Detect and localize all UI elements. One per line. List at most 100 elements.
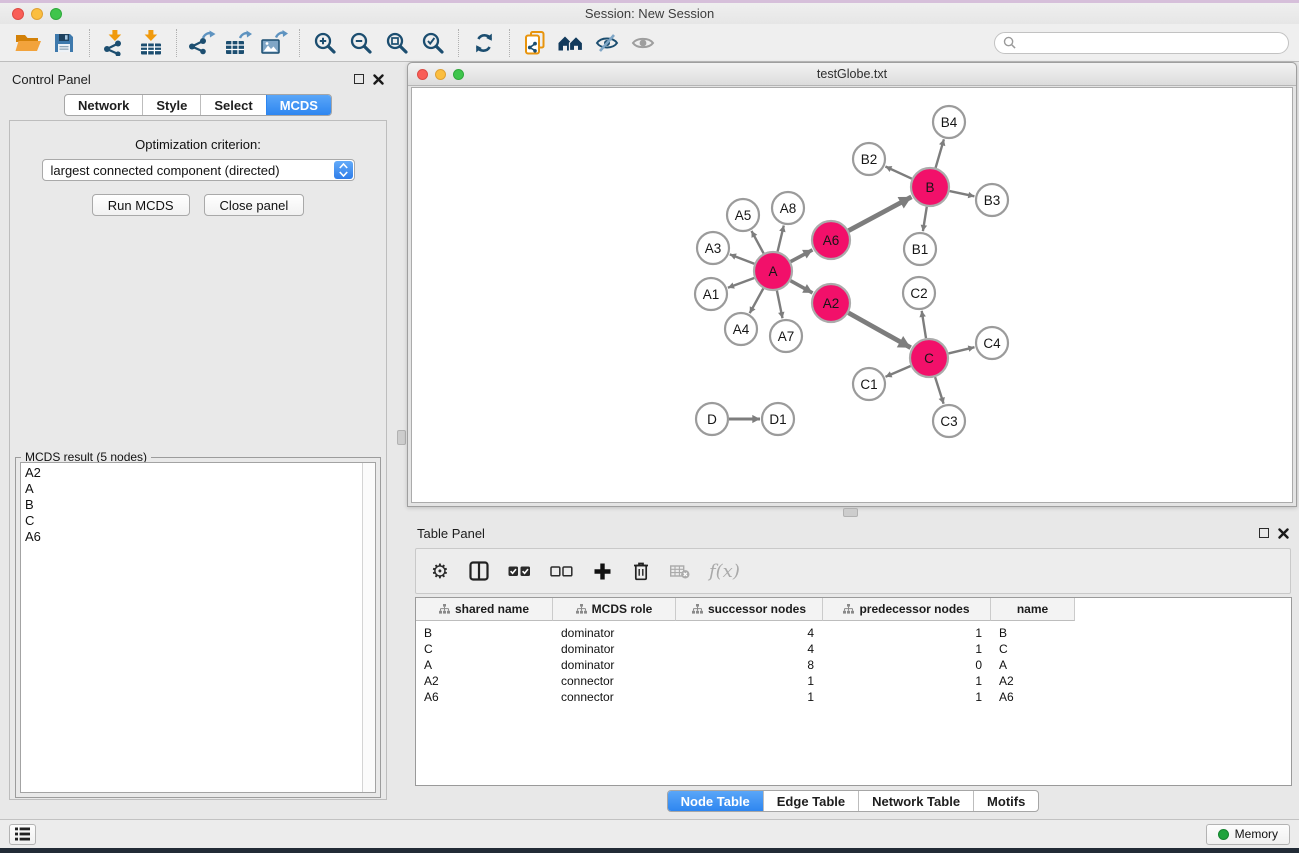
graph-node-C4[interactable]: C4 [976, 327, 1008, 359]
mcds-result-item[interactable]: A2 [25, 465, 362, 481]
close-panel-icon[interactable] [373, 74, 384, 85]
tab-network[interactable]: Network [65, 95, 142, 115]
table-settings-button[interactable]: ⚙ [430, 558, 450, 584]
table-cell[interactable]: 8 [676, 658, 823, 674]
network-window-titlebar[interactable]: testGlobe.txt [408, 63, 1296, 86]
maximize-window-button[interactable] [50, 8, 62, 20]
network-graph[interactable]: B4B2BB3A5A8A6A3AB1A1C2A2A4A7C4CC1C3DD1 [412, 88, 1296, 506]
close-panel-icon[interactable] [1278, 528, 1289, 539]
table-cell[interactable]: A [991, 658, 1075, 674]
duplicate-network-button[interactable] [517, 27, 553, 59]
hide-graphics-details-button[interactable] [589, 27, 625, 59]
memory-button[interactable]: Memory [1206, 824, 1290, 845]
table-cell[interactable]: connector [553, 690, 676, 706]
tab-mcds[interactable]: MCDS [266, 95, 331, 115]
graph-node-A4[interactable]: A4 [725, 313, 757, 345]
table-cell[interactable]: 1 [676, 674, 823, 690]
graph-node-C3[interactable]: C3 [933, 405, 965, 437]
table-cell[interactable]: 4 [676, 642, 823, 658]
table-cell[interactable]: B [991, 626, 1075, 642]
graph-node-C2[interactable]: C2 [903, 277, 935, 309]
table-cell[interactable]: A6 [991, 690, 1075, 706]
create-column-button[interactable] [592, 558, 612, 584]
table-tab-node-table[interactable]: Node Table [668, 791, 763, 811]
save-session-button[interactable] [46, 27, 82, 59]
maximize-network-button[interactable] [453, 69, 464, 80]
mcds-result-item[interactable]: A [25, 481, 362, 497]
minimize-network-button[interactable] [435, 69, 446, 80]
graph-edge-B-B4[interactable] [936, 139, 944, 168]
table-cell[interactable]: dominator [553, 642, 676, 658]
graph-node-A7[interactable]: A7 [770, 320, 802, 352]
table-cell[interactable]: A [416, 658, 553, 674]
table-row[interactable]: A2connector11A2 [416, 674, 1291, 690]
column-header-successor-nodes[interactable]: successor nodes [676, 598, 823, 621]
home-button[interactable] [553, 27, 589, 59]
graph-edge-A2-C[interactable] [848, 313, 910, 348]
refresh-button[interactable] [466, 27, 502, 59]
table-cell[interactable]: C [991, 642, 1075, 658]
column-header-name[interactable]: name [991, 598, 1075, 621]
search-field[interactable] [994, 32, 1289, 54]
horizontal-splitter-handle[interactable] [843, 508, 858, 517]
graph-edge-A-A8[interactable] [778, 226, 784, 252]
graph-edge-C-C1[interactable] [886, 366, 911, 377]
tab-style[interactable]: Style [142, 95, 200, 115]
vertical-splitter-handle[interactable] [397, 430, 406, 445]
graph-node-B2[interactable]: B2 [853, 143, 885, 175]
graph-node-A1[interactable]: A1 [695, 278, 727, 310]
table-tab-motifs[interactable]: Motifs [973, 791, 1038, 811]
graph-node-A[interactable]: A [754, 252, 792, 290]
graph-node-A5[interactable]: A5 [727, 199, 759, 231]
table-cell[interactable]: dominator [553, 626, 676, 642]
table-cell[interactable]: 1 [823, 642, 991, 658]
float-panel-icon[interactable] [354, 74, 364, 84]
graph-node-A8[interactable]: A8 [772, 192, 804, 224]
graph-edge-B-B2[interactable] [885, 167, 911, 179]
graph-edge-C-C4[interactable] [949, 347, 975, 353]
open-session-button[interactable] [10, 27, 46, 59]
table-cell[interactable]: 0 [823, 658, 991, 674]
tab-select[interactable]: Select [200, 95, 265, 115]
graph-edge-A-A1[interactable] [728, 278, 754, 288]
graph-edge-A-A6[interactable] [791, 250, 813, 262]
table-cell[interactable]: connector [553, 674, 676, 690]
run-mcds-button[interactable]: Run MCDS [92, 194, 190, 216]
table-cell[interactable]: A2 [416, 674, 553, 690]
deselect-all-columns-button[interactable] [550, 558, 573, 584]
table-cell[interactable]: dominator [553, 658, 676, 674]
zoom-fit-button[interactable] [379, 27, 415, 59]
graph-edge-B-B1[interactable] [923, 207, 927, 232]
graph-edge-A-A3[interactable] [730, 254, 755, 263]
mcds-result-item[interactable]: A6 [25, 529, 362, 545]
mcds-result-list[interactable]: A2ABCA6 [21, 463, 362, 792]
table-cell[interactable]: B [416, 626, 553, 642]
delete-column-button[interactable] [631, 558, 651, 584]
graph-edge-C-C2[interactable] [922, 311, 926, 338]
graph-edge-A6-B[interactable] [849, 197, 912, 231]
table-tab-network-table[interactable]: Network Table [858, 791, 973, 811]
table-tab-edge-table[interactable]: Edge Table [763, 791, 858, 811]
zoom-selected-button[interactable] [415, 27, 451, 59]
optimization-criterion-select[interactable]: largest connected component (directed) [42, 159, 355, 181]
float-panel-icon[interactable] [1259, 528, 1269, 538]
table-row[interactable]: Cdominator41C [416, 642, 1291, 658]
export-table-button[interactable] [220, 27, 256, 59]
select-all-columns-button[interactable] [508, 558, 531, 584]
table-cell[interactable]: C [416, 642, 553, 658]
graph-node-A6[interactable]: A6 [812, 221, 850, 259]
mcds-result-item[interactable]: C [25, 513, 362, 529]
table-row[interactable]: A6connector11A6 [416, 690, 1291, 706]
minimize-window-button[interactable] [31, 8, 43, 20]
task-history-button[interactable] [9, 824, 36, 845]
zoom-out-button[interactable] [343, 27, 379, 59]
graph-edge-A-A5[interactable] [752, 231, 764, 254]
table-row[interactable]: Bdominator41B [416, 626, 1291, 642]
table-cell[interactable]: 1 [823, 690, 991, 706]
table-cell[interactable]: A6 [416, 690, 553, 706]
column-header-shared-name[interactable]: shared name [416, 598, 553, 621]
graph-node-C1[interactable]: C1 [853, 368, 885, 400]
import-table-button[interactable] [133, 27, 169, 59]
graph-edge-A-A7[interactable] [777, 291, 783, 319]
close-network-button[interactable] [417, 69, 428, 80]
